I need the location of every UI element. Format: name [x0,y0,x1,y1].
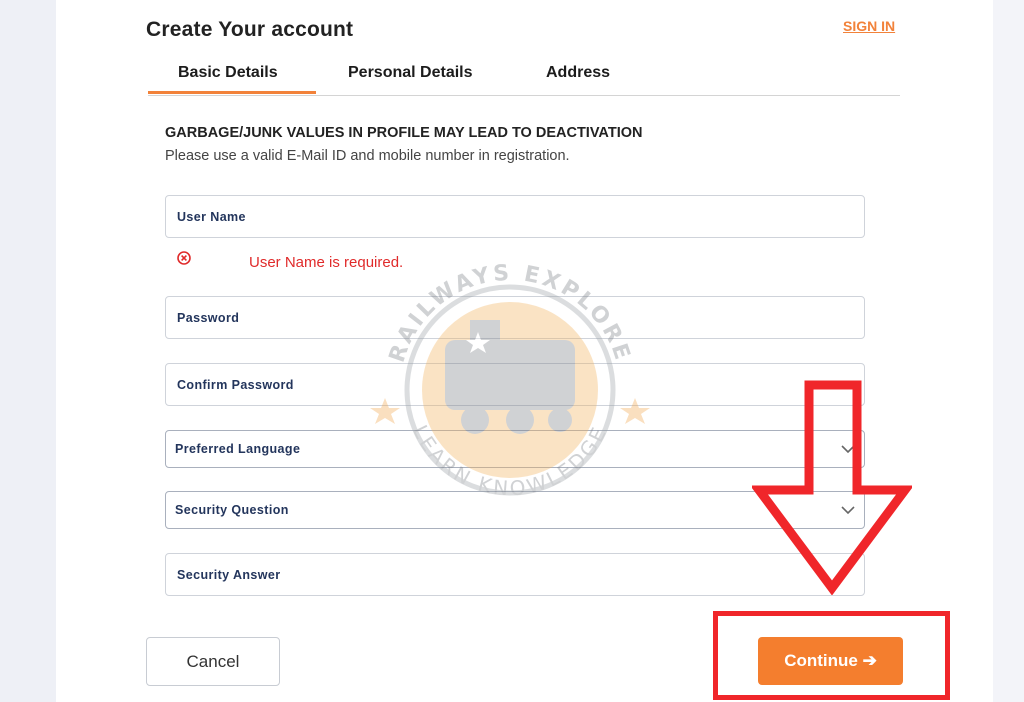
page-background-left [0,0,56,702]
active-tab-indicator [148,91,316,94]
tab-basic-details[interactable]: Basic Details [178,64,278,82]
annotation-down-arrow-icon [752,380,912,595]
watermark-logo: RAILWAYS EXPLORE LEARN KNOWLEDGE [370,261,650,500]
warning-heading: GARBAGE/JUNK VALUES IN PROFILE MAY LEAD … [165,125,643,141]
username-field[interactable]: User Name [165,195,865,238]
cancel-button[interactable]: Cancel [146,637,280,686]
warning-text: Please use a valid E-Mail ID and mobile … [165,148,570,164]
security-question-label: Security Question [175,503,289,517]
username-label: User Name [177,210,246,224]
tab-bar: Basic Details Personal Details Address [148,58,900,96]
page-title: Create Your account [146,18,354,41]
security-answer-label: Security Answer [177,568,281,582]
preferred-language-label: Preferred Language [175,442,301,456]
annotation-highlight-box [713,611,950,700]
tab-personal-details[interactable]: Personal Details [348,64,473,82]
page-background-right [993,0,1024,702]
error-icon [177,251,191,265]
tab-address[interactable]: Address [546,64,610,82]
password-label: Password [177,311,240,325]
sign-in-link[interactable]: SIGN IN [843,18,895,34]
confirm-password-label: Confirm Password [177,378,294,392]
